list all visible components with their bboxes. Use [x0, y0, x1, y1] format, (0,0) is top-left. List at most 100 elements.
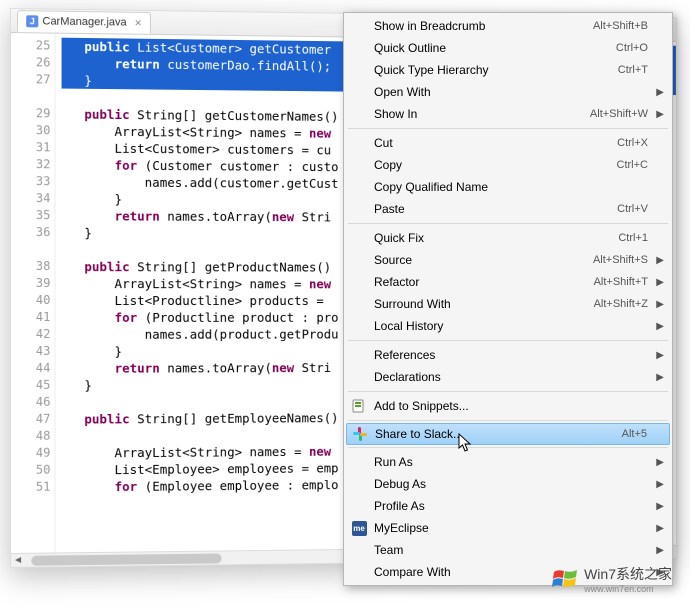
- menu-item-label: Profile As: [374, 499, 652, 513]
- menu-item-copy[interactable]: CopyCtrl+C: [346, 154, 670, 176]
- menu-item-profile-as[interactable]: Profile As ▶: [346, 495, 670, 517]
- menu-item-local-history[interactable]: Local History▶: [346, 315, 670, 337]
- line-number: 25−: [11, 37, 50, 54]
- editor-tab[interactable]: J CarManager.java ×: [17, 10, 151, 34]
- menu-item-myeclipse[interactable]: me MyEclipse ▶: [346, 517, 670, 539]
- menu-item-accelerator: Ctrl+O: [616, 42, 648, 54]
- line-number: 34: [11, 190, 50, 207]
- menu-item-label: Show In: [374, 107, 590, 121]
- menu-item-accelerator: Ctrl+X: [617, 137, 648, 149]
- menu-item-quick-type-hierarchy[interactable]: Quick Type HierarchyCtrl+T: [346, 59, 670, 81]
- me-icon: me: [351, 520, 367, 536]
- line-number: 26: [11, 54, 50, 71]
- context-menu: Show in BreadcrumbAlt+Shift+BQuick Outli…: [343, 12, 673, 586]
- submenu-arrow-icon: ▶: [656, 523, 664, 534]
- line-number: 43: [11, 343, 50, 360]
- menu-item-quick-outline[interactable]: Quick OutlineCtrl+O: [346, 37, 670, 59]
- menu-item-show-in[interactable]: Show InAlt+Shift+W▶: [346, 103, 670, 125]
- menu-item-label: Refactor: [374, 275, 594, 289]
- line-number: 42: [11, 326, 50, 343]
- menu-item-refactor[interactable]: RefactorAlt+Shift+T ▶: [346, 271, 670, 293]
- menu-item-add-to-snippets[interactable]: Add to Snippets...: [346, 395, 670, 417]
- snippet-icon: [351, 398, 367, 414]
- line-number: 35: [11, 207, 50, 224]
- menu-item-quick-fix[interactable]: Quick FixCtrl+1: [346, 227, 670, 249]
- watermark-text: 系统之家: [616, 566, 672, 582]
- menu-item-team[interactable]: Team▶: [346, 539, 670, 561]
- line-number: [11, 241, 50, 258]
- menu-separator: [348, 223, 668, 224]
- submenu-arrow-icon: ▶: [656, 109, 664, 120]
- menu-item-surround-with[interactable]: Surround WithAlt+Shift+Z ▶: [346, 293, 670, 315]
- menu-item-accelerator: Alt+Shift+B: [593, 20, 648, 32]
- menu-item-debug-as[interactable]: Debug As ▶: [346, 473, 670, 495]
- line-number: 32: [11, 156, 50, 173]
- menu-item-source[interactable]: SourceAlt+Shift+S▶: [346, 249, 670, 271]
- scroll-left-icon[interactable]: ◄: [11, 554, 25, 568]
- menu-item-label: Open With: [374, 85, 652, 99]
- submenu-arrow-icon: ▶: [656, 372, 664, 383]
- menu-item-label: Declarations: [374, 370, 652, 384]
- menu-item-label: Quick Fix: [374, 231, 618, 245]
- menu-item-label: Local History: [374, 319, 652, 333]
- line-number: 45: [11, 377, 50, 394]
- submenu-arrow-icon: ▶: [656, 87, 664, 98]
- tab-filename: CarManager.java: [42, 15, 126, 28]
- java-file-icon: J: [26, 15, 38, 27]
- menu-item-label: Surround With: [374, 297, 594, 311]
- menu-item-open-with[interactable]: Open With ▶: [346, 81, 670, 103]
- menu-item-show-in-breadcrumb[interactable]: Show in BreadcrumbAlt+Shift+B: [346, 15, 670, 37]
- menu-item-label: Cut: [374, 136, 617, 150]
- line-number: 40: [11, 292, 50, 309]
- menu-item-cut[interactable]: CutCtrl+X: [346, 132, 670, 154]
- submenu-arrow-icon: ▶: [656, 501, 664, 512]
- menu-item-paste[interactable]: PasteCtrl+V: [346, 198, 670, 220]
- scrollbar-thumb[interactable]: [31, 553, 221, 565]
- windows-logo-icon: [552, 568, 578, 590]
- menu-item-label: Debug As: [374, 477, 652, 491]
- menu-item-accelerator: Ctrl+1: [618, 232, 648, 244]
- watermark-prefix: Win7: [584, 566, 616, 582]
- menu-item-accelerator: Ctrl+T: [618, 64, 648, 76]
- menu-item-label: Source: [374, 253, 593, 267]
- menu-item-label: Share to Slack...: [375, 427, 622, 441]
- menu-item-accelerator: Ctrl+C: [617, 159, 648, 171]
- line-number: 47−: [11, 411, 50, 428]
- menu-item-label: Team: [374, 543, 652, 557]
- menu-item-run-as[interactable]: Run As ▶: [346, 451, 670, 473]
- line-number: 46: [11, 394, 50, 411]
- menu-item-accelerator: Alt+Shift+T: [594, 276, 648, 288]
- menu-separator: [348, 391, 668, 392]
- submenu-arrow-icon: ▶: [656, 457, 664, 468]
- menu-separator: [348, 447, 668, 448]
- menu-separator: [348, 128, 668, 129]
- menu-item-accelerator: Ctrl+V: [617, 203, 648, 215]
- line-number: 44: [11, 360, 50, 377]
- menu-item-label: Copy Qualified Name: [374, 180, 652, 194]
- line-number: 30: [11, 122, 50, 139]
- menu-item-accelerator: Alt+Shift+Z: [594, 298, 648, 310]
- menu-item-label: Run As: [374, 455, 652, 469]
- menu-item-label: MyEclipse: [374, 521, 652, 535]
- close-icon[interactable]: ×: [135, 16, 142, 30]
- menu-item-declarations[interactable]: Declarations ▶: [346, 366, 670, 388]
- menu-item-label: Show in Breadcrumb: [374, 19, 593, 33]
- menu-separator: [348, 420, 668, 421]
- line-number: 39: [11, 275, 50, 292]
- menu-item-label: Copy: [374, 158, 617, 172]
- menu-item-label: Paste: [374, 202, 617, 216]
- line-number: 29−: [11, 105, 50, 122]
- line-number: 51: [11, 479, 50, 496]
- watermark: Win7系统之家 www.win7en.com: [552, 564, 672, 594]
- submenu-arrow-icon: ▶: [656, 299, 664, 310]
- menu-item-label: Quick Outline: [374, 41, 616, 55]
- menu-item-copy-qualified-name[interactable]: Copy Qualified Name: [346, 176, 670, 198]
- line-number: 33: [11, 173, 50, 190]
- line-number: 38−: [11, 258, 50, 275]
- submenu-arrow-icon: ▶: [656, 277, 664, 288]
- menu-item-references[interactable]: References▶: [346, 344, 670, 366]
- menu-item-label: Quick Type Hierarchy: [374, 63, 618, 77]
- slack-icon: [352, 426, 368, 442]
- submenu-arrow-icon: ▶: [656, 479, 664, 490]
- menu-item-share-to-slack[interactable]: Share to Slack...Alt+5: [346, 423, 670, 445]
